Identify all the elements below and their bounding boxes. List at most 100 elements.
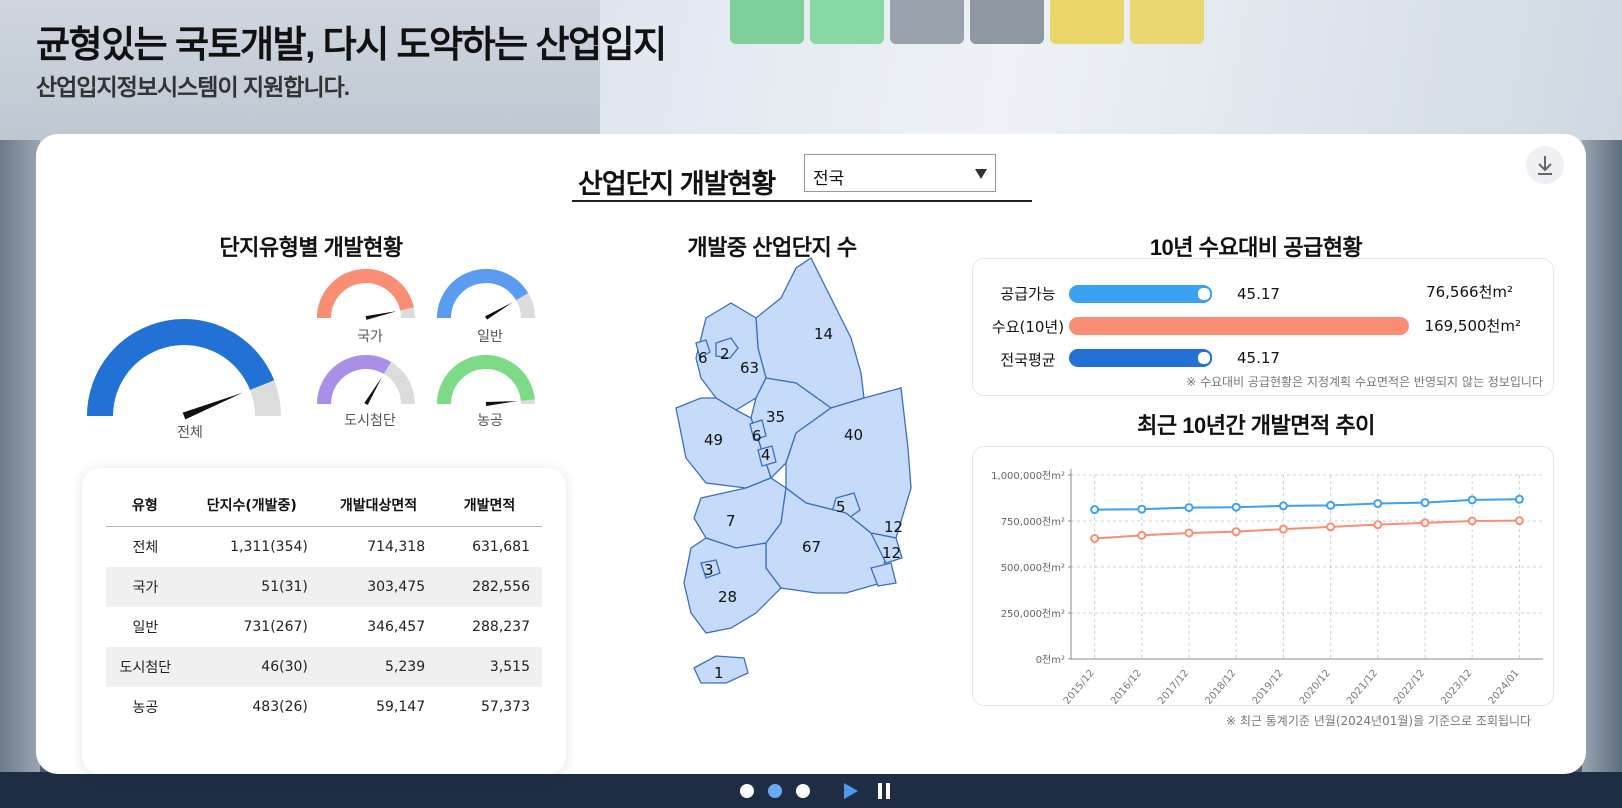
table-cell: 59,147 xyxy=(376,699,426,715)
gauge-fill xyxy=(437,269,529,319)
chart-xtick-label: 2019/12 xyxy=(1251,668,1286,705)
development-table-card: 유형 단지수(개발중) 개발대상면적 개발면적 전체 1,311(354) 71… xyxy=(82,468,566,774)
hero-title: 균형있는 국토개발, 다시 도약하는 산업입지 xyxy=(36,24,667,65)
bottom-bar xyxy=(0,772,1622,808)
table-row: 일반 731(267) 346,457 288,237 xyxy=(106,607,542,647)
gauge-fill xyxy=(437,355,535,405)
pager-dot-2[interactable] xyxy=(768,784,782,798)
chart-point xyxy=(1514,516,1524,526)
table-header: 단지수(개발중) xyxy=(183,484,320,527)
download-button[interactable] xyxy=(1526,146,1564,184)
gauge-label-general: 일반 xyxy=(477,329,503,345)
chart-point xyxy=(1467,516,1477,526)
table-cell: 1,311(354) xyxy=(230,539,308,555)
table-cell: 282,556 xyxy=(437,567,542,607)
supply-row-value: 45.17 xyxy=(1237,285,1280,303)
table-cell: 631,681 xyxy=(472,539,530,555)
dropdown-arrow-icon xyxy=(975,169,987,179)
map-label: 49 xyxy=(704,431,724,449)
chart-series-line xyxy=(1094,519,1520,540)
map-label: 40 xyxy=(844,426,864,444)
map-label: 12 xyxy=(882,544,902,562)
chart-point xyxy=(1278,524,1288,534)
gauges-title: 단지유형별 개발현황 xyxy=(219,235,403,260)
background-dashboard-photo xyxy=(600,0,1622,140)
table-cell: 도시첨단 xyxy=(106,647,184,687)
map-label: 5 xyxy=(836,498,846,516)
map-label: 7 xyxy=(726,512,736,530)
supply-row-area: 76,566천m² xyxy=(1426,283,1513,301)
chart-series-line xyxy=(1094,498,1520,511)
map-label: 35 xyxy=(766,408,786,426)
chart-point xyxy=(1231,527,1241,537)
map-label: 1 xyxy=(714,664,724,682)
bg-tile xyxy=(970,0,1044,44)
chart-xtick-label: 2022/12 xyxy=(1392,668,1427,705)
pager-dot-3[interactable] xyxy=(796,784,810,798)
gauge-needle xyxy=(182,392,243,420)
play-icon[interactable] xyxy=(842,782,860,800)
chart-xtick-label: 2024/01 xyxy=(1487,668,1522,705)
table-row: 전체 1,311(354) 714,318 631,681 xyxy=(106,527,542,568)
chart-point xyxy=(1090,505,1100,515)
table-cell: 288,237 xyxy=(472,619,530,635)
supply-row-label: 수요(10년) xyxy=(991,318,1065,336)
development-table: 유형 단지수(개발중) 개발대상면적 개발면적 전체 1,311(354) 71… xyxy=(106,484,542,727)
dashboard-card: 산업단지 개발현황 전국 단지유형별 개발현황 전체 국가 일반 도시첨단 농공… xyxy=(36,134,1586,774)
map-label: 3 xyxy=(704,561,714,579)
table-cell: 46(30) xyxy=(183,647,320,687)
bg-tile xyxy=(1050,0,1124,44)
trend-line-chart: 0천m² 250,000천m² 500,000천m² 750,000천m² 1,000,… xyxy=(991,469,1543,707)
gauge-3 xyxy=(437,269,535,320)
table-cell: 국가 xyxy=(106,567,184,607)
map-label: 28 xyxy=(718,588,738,606)
chart-point xyxy=(1326,500,1336,510)
supply-bar xyxy=(1069,285,1212,303)
chart-point xyxy=(1373,520,1383,530)
table-cell: 일반 xyxy=(132,620,159,636)
supply-box: 공급가능 수요(10년) 전국평균 45.17 45.17 76,566천m² … xyxy=(972,258,1554,396)
gauge-fill xyxy=(317,355,391,405)
chart-xtick-label: 2020/12 xyxy=(1298,668,1333,705)
chart-ytick-label: 250,000천m² xyxy=(1001,608,1065,620)
table-cell: 3,515 xyxy=(437,647,542,687)
pager-dot-1[interactable] xyxy=(740,784,754,798)
chart-point xyxy=(1278,501,1288,511)
chart-point xyxy=(1467,495,1477,505)
gauge-2 xyxy=(317,269,415,320)
chart-point xyxy=(1231,502,1241,512)
pause-icon[interactable] xyxy=(876,782,892,800)
chart-xtick-label: 2015/12 xyxy=(1062,668,1097,705)
gauge-needle xyxy=(364,376,383,405)
table-cell: 346,457 xyxy=(367,619,426,635)
chart-point xyxy=(1090,533,1100,543)
table-cell: 714,318 xyxy=(367,539,426,555)
chart-xtick-label: 2023/12 xyxy=(1439,668,1474,705)
bg-tile xyxy=(890,0,964,44)
chart-point xyxy=(1184,528,1194,538)
trend-title: 최근 10년간 개발면적 추이 xyxy=(1137,413,1375,438)
chart-series-1 xyxy=(1090,494,1524,515)
main-title: 산업단지 개발현황 xyxy=(578,169,776,199)
map-label: 6 xyxy=(752,427,762,445)
chart-ytick-label: 750,000천m² xyxy=(1001,516,1065,528)
gauge-needle xyxy=(365,311,397,320)
bg-tile xyxy=(810,0,884,44)
region-select-value: 전국 xyxy=(813,169,845,189)
gauge-fill xyxy=(87,319,275,417)
trend-footnote: ※ 최근 통계기준 년월(2024년01월)을 기준으로 조회됩니다 xyxy=(1226,714,1532,728)
gauge-needle xyxy=(485,301,514,320)
background-shade-left xyxy=(0,140,40,808)
chart-xtick-label: 2018/12 xyxy=(1203,668,1238,705)
table-header: 개발면적 xyxy=(437,484,542,527)
table-cell: 57,373 xyxy=(481,699,530,715)
gauge-4 xyxy=(317,355,415,405)
chart-xtick-label: 2021/12 xyxy=(1345,668,1380,705)
region-select[interactable]: 전국 xyxy=(804,154,996,192)
table-cell: 5,239 xyxy=(319,647,438,687)
bg-tile xyxy=(1130,0,1204,44)
supply-bar xyxy=(1069,349,1212,367)
chart-point xyxy=(1326,522,1336,532)
chart-xtick-label: 2016/12 xyxy=(1109,668,1144,705)
gauge-label-total: 전체 xyxy=(177,425,203,441)
